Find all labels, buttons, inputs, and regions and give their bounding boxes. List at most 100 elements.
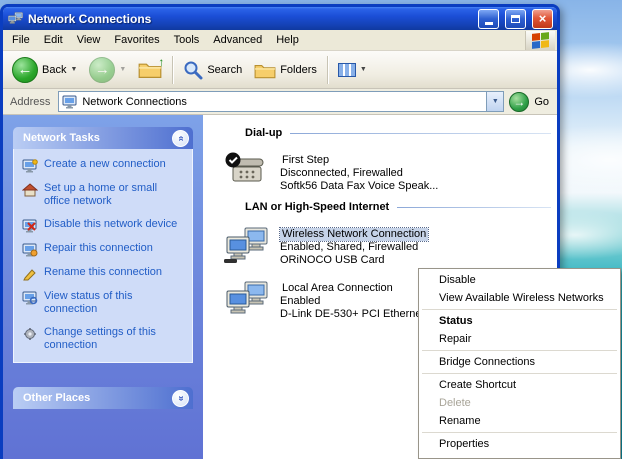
connection-status: Disconnected, Firewalled xyxy=(280,167,438,180)
address-value: Network Connections xyxy=(82,96,187,108)
menu-tools[interactable]: Tools xyxy=(167,31,207,49)
menu-favorites[interactable]: Favorites xyxy=(107,31,166,49)
other-places-panel: Other Places « xyxy=(13,387,193,409)
context-menu-view-available-wireless[interactable]: View Available Wireless Networks xyxy=(419,289,620,307)
folders-icon xyxy=(254,61,276,79)
toolbar-separator xyxy=(172,56,173,84)
network-tasks-header[interactable]: Network Tasks « xyxy=(13,127,193,149)
context-menu-separator xyxy=(422,432,617,433)
other-places-header[interactable]: Other Places « xyxy=(13,387,193,409)
address-dropdown-button[interactable]: ▼ xyxy=(486,92,503,111)
connection-status: Enabled xyxy=(280,295,431,308)
windows-logo-icon xyxy=(525,31,555,50)
menu-bar: File Edit View Favorites Tools Advanced … xyxy=(3,30,557,51)
menu-advanced[interactable]: Advanced xyxy=(206,31,269,49)
network-tasks-panel: Network Tasks « Create a new connection … xyxy=(13,127,193,363)
task-label: Set up a home or small office network xyxy=(44,182,186,209)
folders-label: Folders xyxy=(280,64,317,76)
other-places-title: Other Places xyxy=(23,392,90,404)
title-bar[interactable]: Network Connections × xyxy=(3,7,557,30)
menu-file[interactable]: File xyxy=(5,31,37,49)
network-connections-window-icon xyxy=(7,11,24,26)
lan-connection-icon xyxy=(223,279,271,319)
minimize-button[interactable] xyxy=(478,9,499,29)
go-button[interactable]: → xyxy=(509,92,529,112)
task-item-repair-connection[interactable]: Repair this connection xyxy=(22,242,186,257)
context-menu-separator xyxy=(422,373,617,374)
context-menu-separator xyxy=(422,309,617,310)
connection-item-first-step[interactable]: First Step Disconnected, Firewalled Soft… xyxy=(223,151,557,193)
connection-device: D-Link DE-530+ PCI Etherne... xyxy=(280,308,431,321)
maximize-icon xyxy=(511,15,520,23)
forward-button[interactable]: → ▼ xyxy=(84,55,131,85)
address-bar: Address Network Connections ▼ → Go xyxy=(3,89,557,115)
close-button[interactable]: × xyxy=(532,9,553,29)
address-input[interactable]: Network Connections ▼ xyxy=(58,91,504,112)
task-label: Repair this connection xyxy=(44,242,153,257)
up-folder-icon: ↑ xyxy=(138,59,162,81)
up-button[interactable]: ↑ xyxy=(133,57,167,83)
connection-name[interactable]: First Step xyxy=(280,154,331,167)
forward-icon: → xyxy=(89,57,115,83)
new-connection-icon xyxy=(22,159,38,173)
task-item-home-network[interactable]: Set up a home or small office network xyxy=(22,182,186,209)
task-item-view-status[interactable]: View status of this connection xyxy=(22,290,186,317)
search-button[interactable]: Search xyxy=(178,58,247,82)
task-item-create-connection[interactable]: Create a new connection xyxy=(22,158,186,173)
folders-button[interactable]: Folders xyxy=(249,59,322,81)
minimize-icon xyxy=(485,22,493,25)
views-button[interactable]: ▼ xyxy=(333,61,372,79)
task-item-change-settings[interactable]: Change settings of this connection xyxy=(22,326,186,353)
context-menu-create-shortcut[interactable]: Create Shortcut xyxy=(419,376,620,394)
menu-help[interactable]: Help xyxy=(269,31,306,49)
repair-connection-icon xyxy=(22,243,38,257)
back-button[interactable]: ← Back ▼ xyxy=(7,55,82,85)
connection-device: ORiNOCO USB Card xyxy=(280,254,428,267)
task-item-rename-connection[interactable]: Rename this connection xyxy=(22,266,186,281)
group-header-lan: LAN or High-Speed Internet xyxy=(245,201,551,213)
group-rule xyxy=(397,207,551,208)
back-label: Back xyxy=(42,64,66,76)
rename-connection-icon xyxy=(22,267,38,281)
context-menu-repair[interactable]: Repair xyxy=(419,330,620,348)
collapse-chevron-icon[interactable]: « xyxy=(172,130,189,147)
task-label: Create a new connection xyxy=(44,158,166,173)
view-status-icon xyxy=(22,291,38,305)
forward-dropdown-icon: ▼ xyxy=(119,66,126,73)
task-item-disable-device[interactable]: Disable this network device xyxy=(22,218,186,233)
toolbar: ← Back ▼ → ▼ ↑ Search Folders xyxy=(3,51,557,89)
search-icon xyxy=(183,60,203,80)
network-tasks-body: Create a new connection Set up a home or… xyxy=(13,149,193,363)
back-dropdown-icon[interactable]: ▼ xyxy=(70,66,77,73)
views-icon xyxy=(338,63,356,77)
context-menu-disable[interactable]: Disable xyxy=(419,271,620,289)
context-menu-properties[interactable]: Properties xyxy=(419,435,620,453)
address-label: Address xyxy=(7,96,53,108)
go-label: Go xyxy=(534,96,553,108)
context-menu-separator xyxy=(422,350,617,351)
change-settings-icon xyxy=(22,327,38,341)
task-label: Disable this network device xyxy=(44,218,177,233)
connection-item-wireless[interactable]: Wireless Network Connection Enabled, Sha… xyxy=(223,225,557,267)
search-label: Search xyxy=(207,64,242,76)
menu-edit[interactable]: Edit xyxy=(37,31,70,49)
task-label: Rename this connection xyxy=(44,266,162,281)
sidebar: Network Tasks « Create a new connection … xyxy=(3,115,203,459)
wireless-connection-icon xyxy=(223,225,271,265)
connection-name[interactable]: Local Area Connection xyxy=(280,282,395,295)
menu-view[interactable]: View xyxy=(70,31,108,49)
connection-device: Softk56 Data Fax Voice Speak... xyxy=(280,180,438,193)
context-menu-status[interactable]: Status xyxy=(419,312,620,330)
toolbar-separator xyxy=(327,56,328,84)
group-header-dialup: Dial-up xyxy=(245,127,551,139)
context-menu-bridge-connections[interactable]: Bridge Connections xyxy=(419,353,620,371)
disable-device-icon xyxy=(22,219,38,233)
group-rule xyxy=(290,133,551,134)
connection-name[interactable]: Wireless Network Connection xyxy=(280,228,428,241)
group-title: LAN or High-Speed Internet xyxy=(245,201,389,213)
context-menu-rename[interactable]: Rename xyxy=(419,412,620,430)
dialup-modem-icon xyxy=(223,151,271,191)
views-dropdown-icon: ▼ xyxy=(360,66,367,73)
maximize-button[interactable] xyxy=(505,9,526,29)
expand-chevron-icon[interactable]: « xyxy=(172,390,189,407)
